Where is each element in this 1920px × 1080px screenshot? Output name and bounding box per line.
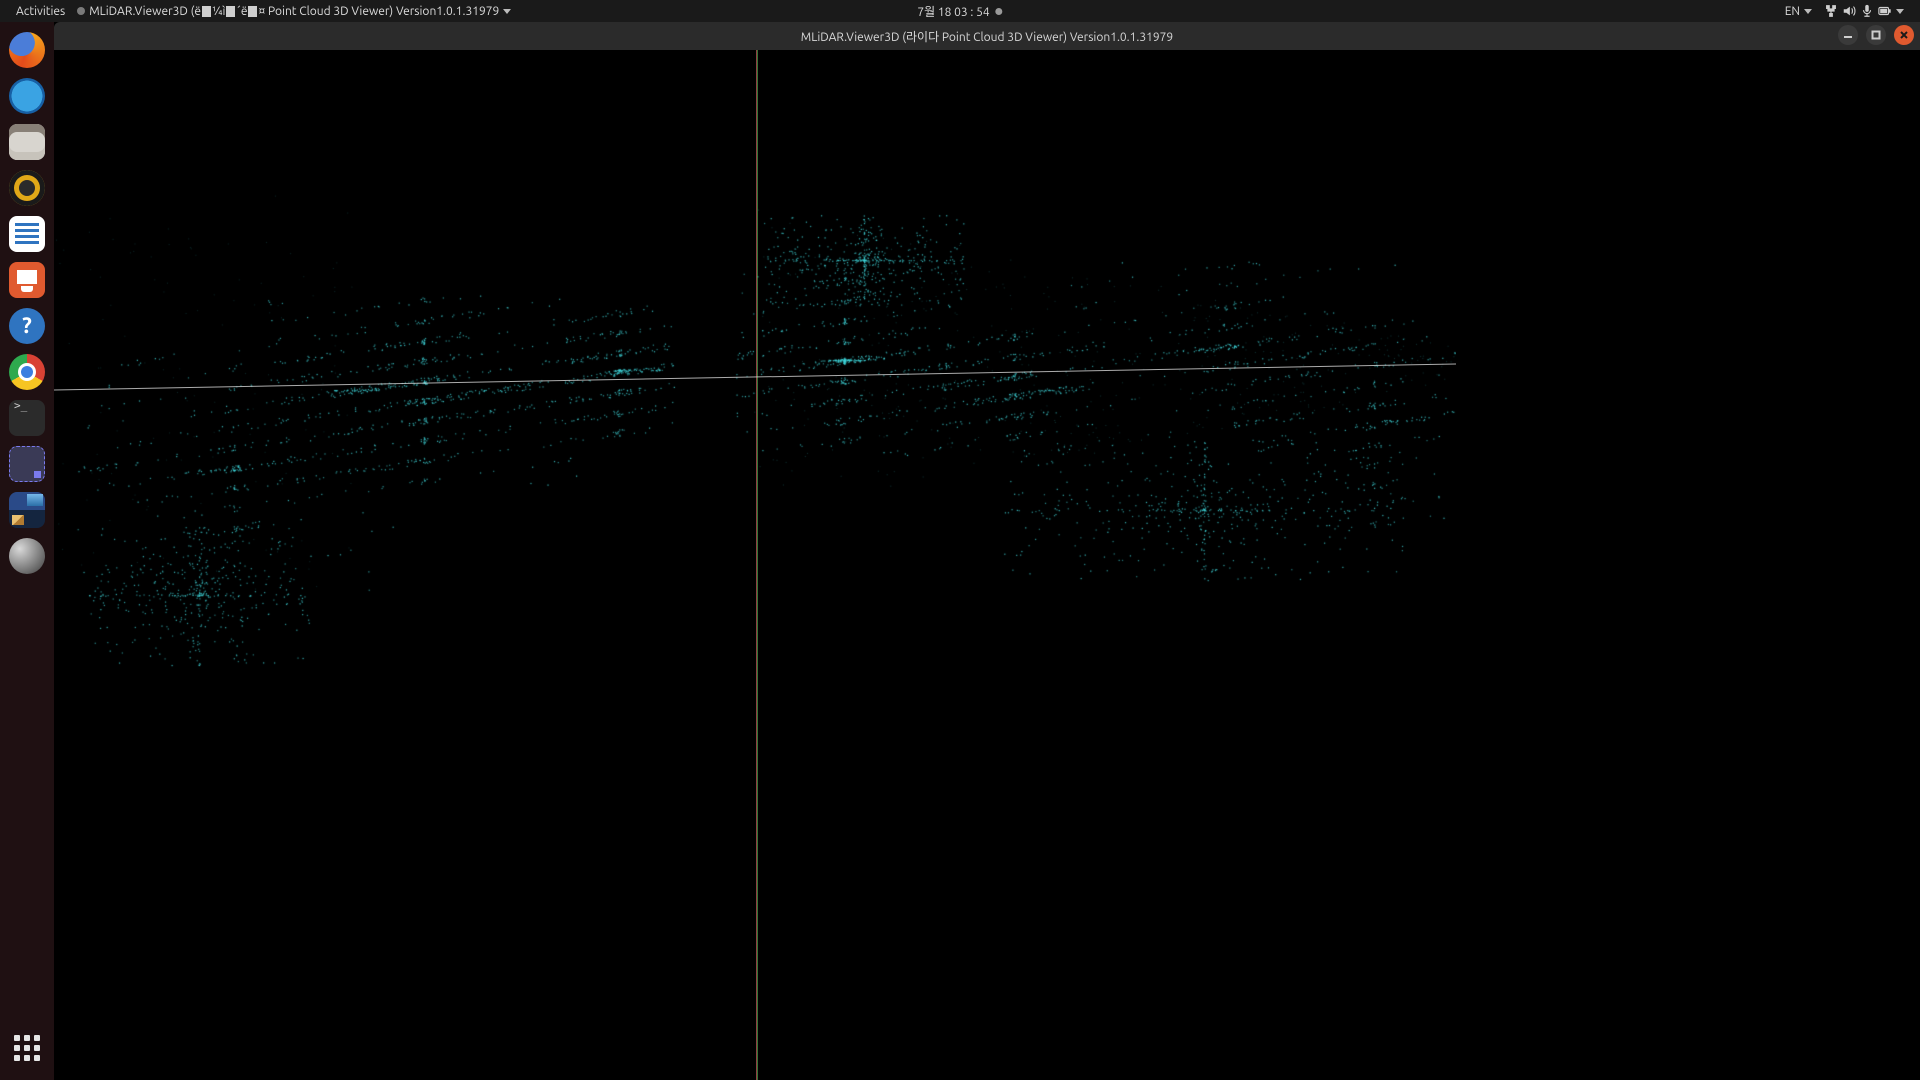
active-app-label: MLiDAR.Viewer3D (ë¼ì´ë¤ Point Cloud 3D V…: [89, 5, 499, 18]
network-icon: [1824, 4, 1838, 18]
input-language-indicator[interactable]: EN: [1779, 0, 1818, 22]
chrome-icon[interactable]: [9, 354, 45, 390]
clock-text: 7월 18 03 : 54: [917, 3, 989, 20]
volume-icon: [1842, 4, 1856, 18]
help-icon[interactable]: ?: [9, 308, 45, 344]
window-title: MLiDAR.Viewer3D (라이다 Point Cloud 3D View…: [801, 28, 1173, 45]
microphone-icon: [1860, 4, 1874, 18]
thunderbird-icon[interactable]: [9, 78, 45, 114]
system-status-area[interactable]: [1818, 0, 1910, 22]
window-close-button[interactable]: [1894, 25, 1914, 45]
rhythmbox-icon[interactable]: [9, 170, 45, 206]
window-titlebar[interactable]: MLiDAR.Viewer3D (라이다 Point Cloud 3D View…: [54, 22, 1920, 50]
ubuntu-software-icon[interactable]: [9, 262, 45, 298]
firefox-icon[interactable]: [9, 32, 45, 68]
show-applications-button[interactable]: [9, 1030, 45, 1066]
horizontal-axis-line: [54, 50, 1920, 1080]
chevron-down-icon: [1896, 9, 1904, 14]
window-maximize-button[interactable]: [1866, 25, 1886, 45]
battery-icon: [1878, 4, 1892, 18]
photo-viewer-icon[interactable]: [9, 492, 45, 528]
point-cloud-viewport[interactable]: [54, 50, 1920, 1080]
panel-clock[interactable]: 7월 18 03 : 54: [917, 3, 1002, 20]
active-app-indicator[interactable]: MLiDAR.Viewer3D (ë¼ì´ë¤ Point Cloud 3D V…: [71, 0, 517, 22]
libreoffice-writer-icon[interactable]: [9, 216, 45, 252]
activities-button[interactable]: Activities: [10, 0, 71, 22]
screenshot-icon[interactable]: [9, 446, 45, 482]
mlidar-viewer-icon[interactable]: [9, 538, 45, 574]
chevron-down-icon: [1804, 9, 1812, 14]
chevron-down-icon: [503, 9, 511, 14]
activities-label: Activities: [16, 5, 65, 18]
notification-dot-icon: [996, 8, 1003, 15]
window-minimize-button[interactable]: [1838, 25, 1858, 45]
terminal-icon[interactable]: [9, 400, 45, 436]
app-indicator-dot-icon: [77, 7, 85, 15]
ubuntu-dock: ?: [0, 22, 54, 1080]
files-icon[interactable]: [9, 124, 45, 160]
gnome-top-panel: Activities MLiDAR.Viewer3D (ë¼ì´ë¤ Point…: [0, 0, 1920, 22]
language-label: EN: [1785, 5, 1800, 18]
mlidar-viewer-window: MLiDAR.Viewer3D (라이다 Point Cloud 3D View…: [54, 22, 1920, 1080]
